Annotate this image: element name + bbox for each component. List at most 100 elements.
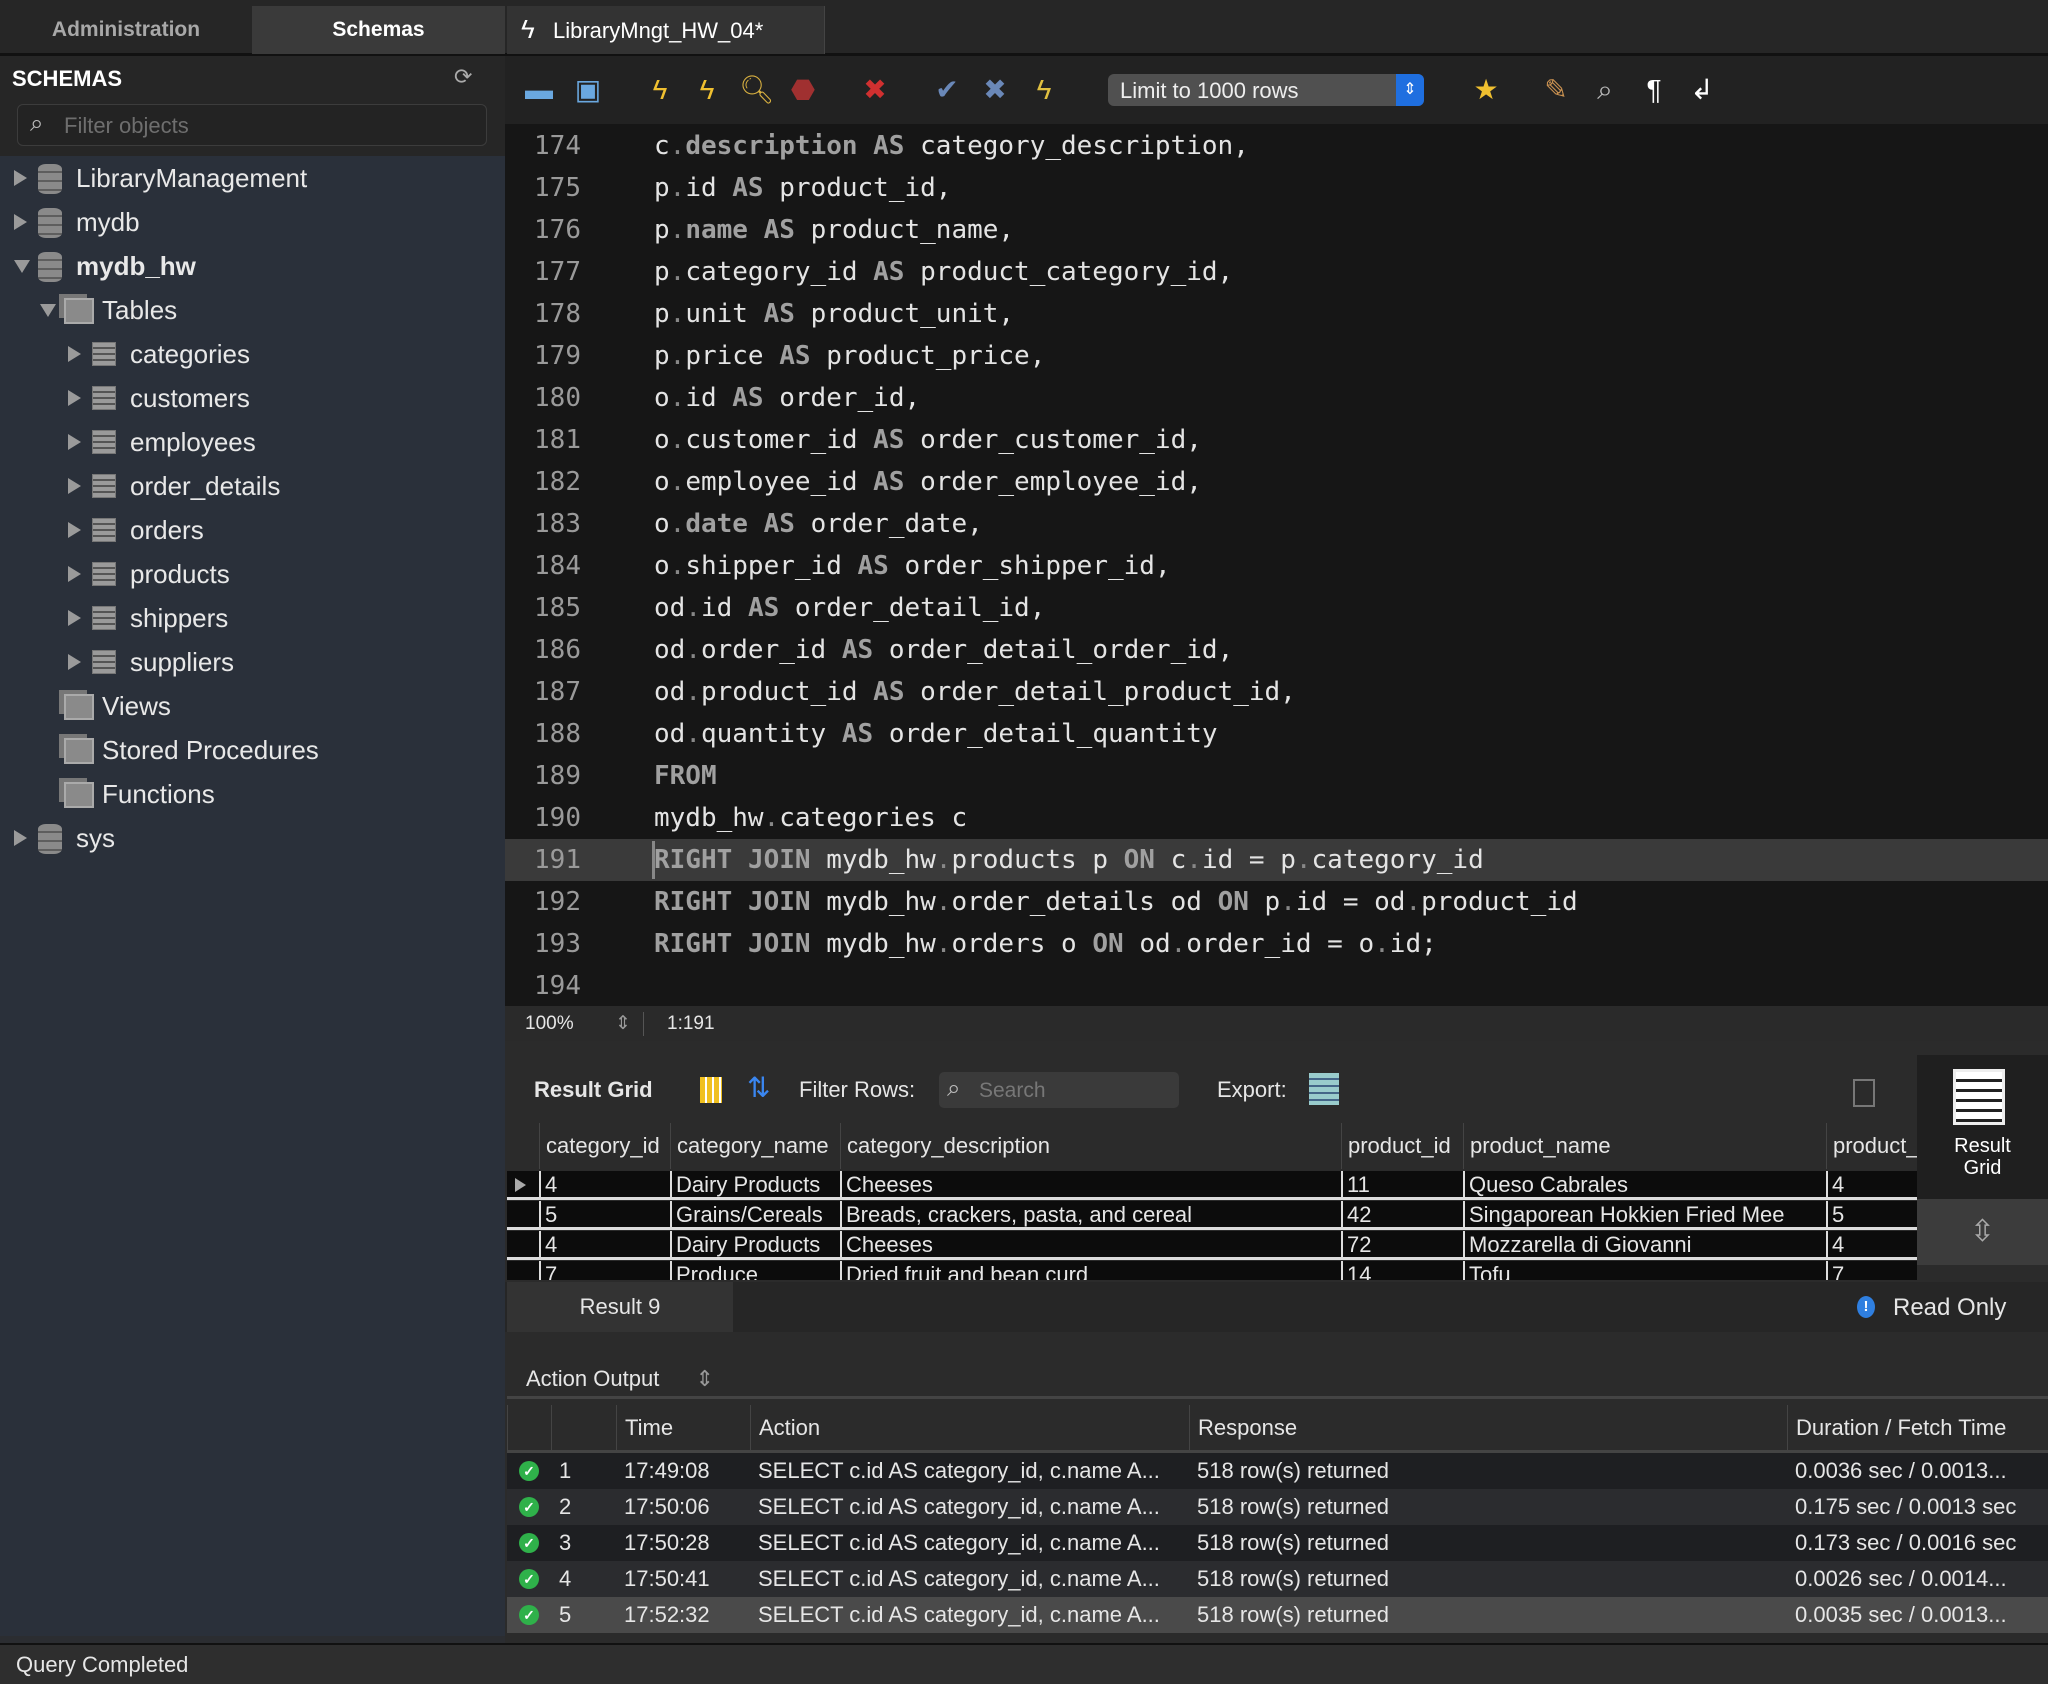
- tab-result-9[interactable]: Result 9: [507, 1282, 733, 1332]
- execute-current-icon[interactable]: ϟ: [691, 74, 723, 106]
- action-column-header[interactable]: Action: [750, 1405, 1189, 1450]
- code-line[interactable]: 187 od.product_id AS order_detail_product…: [505, 671, 2048, 713]
- code-line[interactable]: 177 p.category_id AS product_category_id,: [505, 251, 2048, 293]
- result-grid-icon[interactable]: [1953, 1069, 2005, 1125]
- execute-icon[interactable]: ϟ: [644, 74, 676, 106]
- collapsed-arrow-icon[interactable]: [68, 434, 81, 450]
- expanded-arrow-icon[interactable]: [40, 304, 56, 317]
- table-cell[interactable]: Produce: [670, 1261, 840, 1280]
- action-row[interactable]: ✓ 1 17:49:08 SELECT c.id AS category_id, c.…: [507, 1453, 2048, 1489]
- code-line[interactable]: 189 FROM: [505, 755, 2048, 797]
- table-cell[interactable]: Dairy Products: [670, 1231, 840, 1260]
- limit-rows-select[interactable]: Limit to 1000 rows ⇕: [1108, 74, 1424, 106]
- action-column-header[interactable]: [551, 1405, 616, 1450]
- stop-icon[interactable]: ⬣: [787, 74, 819, 106]
- table-cell[interactable]: Cheeses: [840, 1231, 1341, 1260]
- column-header-category-description[interactable]: category_description: [840, 1123, 1341, 1169]
- column-header-product-name[interactable]: product_name: [1463, 1123, 1826, 1169]
- action-row[interactable]: ✓ 4 17:50:41 SELECT c.id AS category_id, c.…: [507, 1561, 2048, 1597]
- code-line[interactable]: 180 o.id AS order_id,: [505, 377, 2048, 419]
- table-cell[interactable]: Mozzarella di Giovanni: [1463, 1231, 1826, 1260]
- code-line[interactable]: 194: [505, 965, 2048, 1007]
- action-row[interactable]: ✓ 2 17:50:06 SELECT c.id AS category_id, c.…: [507, 1489, 2048, 1525]
- table-cell[interactable]: 4: [539, 1171, 670, 1200]
- code-line[interactable]: 186 od.order_id AS order_detail_order_id,: [505, 629, 2048, 671]
- table-cell[interactable]: Queso Cabrales: [1463, 1171, 1826, 1200]
- refresh-icon[interactable]: ⟳: [454, 64, 472, 90]
- table-cell[interactable]: 5: [1826, 1201, 1917, 1230]
- table-cell[interactable]: Singaporean Hokkien Fried Mee: [1463, 1201, 1826, 1230]
- code-line[interactable]: 178 p.unit AS product_unit,: [505, 293, 2048, 335]
- save-icon[interactable]: ▣: [572, 74, 604, 106]
- collapsed-arrow-icon[interactable]: [14, 170, 27, 186]
- table-cell[interactable]: 4: [1826, 1171, 1917, 1200]
- code-line[interactable]: 188 od.quantity AS order_detail_quantity: [505, 713, 2048, 755]
- table-cell[interactable]: 42: [1341, 1201, 1463, 1230]
- column-header-category-name[interactable]: category_name: [670, 1123, 840, 1169]
- collapsed-arrow-icon[interactable]: [68, 522, 81, 538]
- export-icon[interactable]: [1309, 1073, 1339, 1105]
- tree-item-sys[interactable]: sys: [0, 816, 505, 860]
- tree-item-mydb-hw[interactable]: mydb_hw: [0, 244, 505, 288]
- scroll-updown-icon[interactable]: ⇳: [1917, 1199, 2048, 1265]
- invisible-chars-icon[interactable]: ¶: [1638, 74, 1670, 106]
- filter-objects-input[interactable]: ⌕ Filter objects: [17, 104, 487, 146]
- tree-item-stored-procedures[interactable]: Stored Procedures: [0, 728, 505, 772]
- code-line[interactable]: 192 RIGHT JOIN mydb_hw.order_details od O…: [505, 881, 2048, 923]
- tab-librarymngt-hw-04[interactable]: ϟ LibraryMngt_HW_04*: [507, 6, 825, 54]
- action-output-select[interactable]: Action Output ⇕: [526, 1366, 714, 1392]
- collapsed-arrow-icon[interactable]: [68, 654, 81, 670]
- expanded-arrow-icon[interactable]: [14, 260, 30, 273]
- commit-icon[interactable]: ✔: [931, 74, 963, 106]
- code-line[interactable]: 190 mydb_hw.categories c: [505, 797, 2048, 839]
- sql-editor[interactable]: 174 c.description AS category_description…: [505, 124, 2048, 1006]
- table-cell[interactable]: 5: [539, 1201, 670, 1230]
- wrap-icon[interactable]: ↲: [1686, 74, 1718, 106]
- tab-administration[interactable]: Administration: [0, 6, 252, 54]
- code-line[interactable]: 176 p.name AS product_name,: [505, 209, 2048, 251]
- collapsed-arrow-icon[interactable]: [14, 214, 27, 230]
- collapsed-arrow-icon[interactable]: [68, 566, 81, 582]
- zoom-stepper[interactable]: ⇕: [615, 1006, 631, 1041]
- table-cell[interactable]: Breads, crackers, pasta, and cereal: [840, 1201, 1341, 1230]
- table-cell[interactable]: 14: [1341, 1261, 1463, 1280]
- action-column-header[interactable]: Response: [1189, 1405, 1787, 1450]
- tree-item-tables[interactable]: Tables: [0, 288, 505, 332]
- open-folder-icon[interactable]: ▬: [523, 74, 555, 106]
- column-header-product-[interactable]: product_: [1826, 1123, 1917, 1169]
- tree-item-functions[interactable]: Functions: [0, 772, 505, 816]
- code-line[interactable]: 175 p.id AS product_id,: [505, 167, 2048, 209]
- tree-item-suppliers[interactable]: suppliers: [0, 640, 505, 684]
- code-line[interactable]: 179 p.price AS product_price,: [505, 335, 2048, 377]
- collapsed-arrow-icon[interactable]: [14, 830, 27, 846]
- table-cell[interactable]: 4: [539, 1231, 670, 1260]
- beautify-icon[interactable]: ✎: [1540, 74, 1572, 106]
- code-line[interactable]: 182 o.employee_id AS order_employee_id,: [505, 461, 2048, 503]
- code-line[interactable]: 185 od.id AS order_detail_id,: [505, 587, 2048, 629]
- table-row[interactable]: 5 Grains/Cereals Breads, crackers, pasta, …: [507, 1201, 1917, 1230]
- action-column-header[interactable]: Time: [616, 1405, 750, 1450]
- table-row[interactable]: 4 Dairy Products Cheeses 11 Queso Cabrales 4: [507, 1171, 1917, 1200]
- table-row[interactable]: 7 Produce Dried fruit and bean curd 14 Tofu 7: [507, 1261, 1917, 1280]
- zoom-level[interactable]: 100%: [525, 1006, 574, 1041]
- action-column-header[interactable]: [507, 1405, 551, 1450]
- rollback-icon[interactable]: ✖: [979, 74, 1011, 106]
- result-grid-side-label[interactable]: Result Grid: [1917, 1135, 2048, 1179]
- tree-item-customers[interactable]: customers: [0, 376, 505, 420]
- tree-item-categories[interactable]: categories: [0, 332, 505, 376]
- tree-item-mydb[interactable]: mydb: [0, 200, 505, 244]
- collapsed-arrow-icon[interactable]: [68, 610, 81, 626]
- table-cell[interactable]: 7: [539, 1261, 670, 1280]
- table-cell[interactable]: Grains/Cereals: [670, 1201, 840, 1230]
- table-cell[interactable]: 11: [1341, 1171, 1463, 1200]
- collapsed-arrow-icon[interactable]: [68, 346, 81, 362]
- table-cell[interactable]: Cheeses: [840, 1171, 1341, 1200]
- code-line[interactable]: 193 RIGHT JOIN mydb_hw.orders o ON od.ord…: [505, 923, 2048, 965]
- find-icon[interactable]: ⌕: [1589, 74, 1621, 106]
- tree-item-shippers[interactable]: shippers: [0, 596, 505, 640]
- table-cell[interactable]: Dairy Products: [670, 1171, 840, 1200]
- action-column-header[interactable]: Duration / Fetch Time: [1787, 1405, 2048, 1450]
- code-line[interactable]: 181 o.customer_id AS order_customer_id,: [505, 419, 2048, 461]
- code-line[interactable]: 174 c.description AS category_description…: [505, 125, 2048, 167]
- toggle-error-icon[interactable]: ✖: [859, 74, 891, 106]
